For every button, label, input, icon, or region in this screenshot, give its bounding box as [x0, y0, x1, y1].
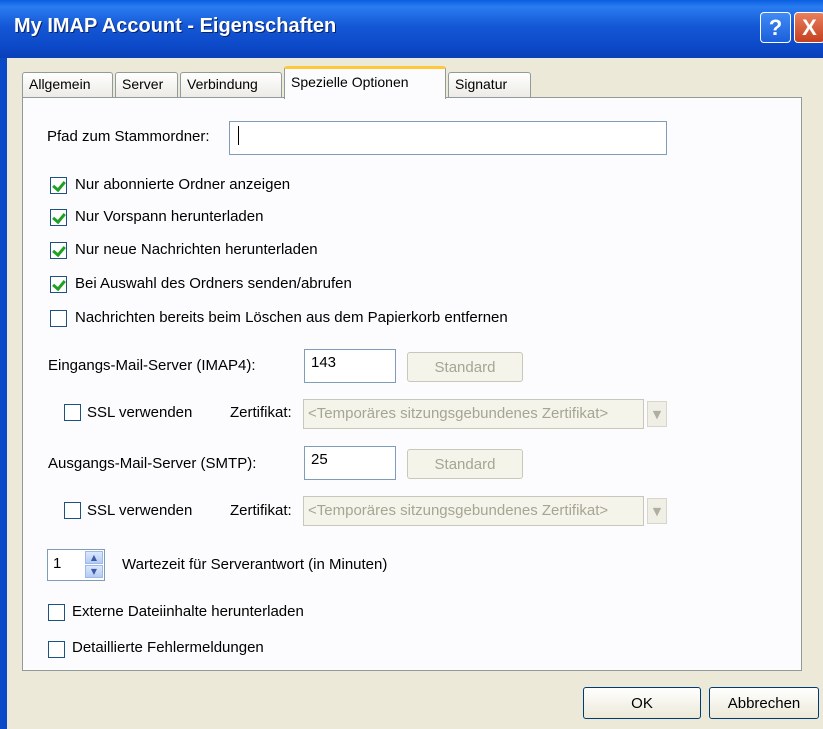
tab-panel: Pfad zum Stammordner: Nur abonnierte Ord… — [22, 97, 802, 671]
incoming-cert-label: Zertifikat: — [230, 404, 292, 421]
tab-allgemein[interactable]: Allgemein — [22, 72, 113, 97]
checkbox-headers-only[interactable] — [50, 209, 67, 226]
checkbox-subscribed-only-label[interactable]: Nur abonnierte Ordner anzeigen — [75, 176, 290, 193]
incoming-cert-select[interactable]: <Temporäres sitzungsgebundenes Zertifika… — [303, 399, 644, 429]
incoming-standard-button[interactable]: Standard — [407, 352, 523, 382]
timeout-spinner[interactable]: 1 ▲ ▼ — [47, 549, 105, 581]
checkbox-subscribed-only[interactable] — [50, 177, 67, 194]
checkbox-headers-only-label[interactable]: Nur Vorspann herunterladen — [75, 208, 263, 225]
spin-up-icon[interactable]: ▲ — [85, 551, 103, 564]
tab-server[interactable]: Server — [115, 72, 178, 97]
window-border — [0, 58, 7, 729]
outgoing-server-label: Ausgangs-Mail-Server (SMTP): — [48, 455, 257, 472]
checkbox-purge-on-delete-label[interactable]: Nachrichten bereits beim Löschen aus dem… — [75, 309, 508, 326]
incoming-server-label: Eingangs-Mail-Server (IMAP4): — [48, 357, 256, 374]
tab-signatur[interactable]: Signatur — [448, 72, 531, 97]
text-caret — [238, 126, 239, 145]
checkbox-external-content[interactable] — [48, 604, 65, 621]
ok-button[interactable]: OK — [583, 687, 701, 719]
close-button[interactable]: X — [794, 12, 823, 43]
checkbox-purge-on-delete[interactable] — [50, 310, 67, 327]
checkbox-sync-on-select-label[interactable]: Bei Auswahl des Ordners senden/abrufen — [75, 275, 352, 292]
root-folder-input[interactable] — [229, 121, 667, 155]
root-folder-label: Pfad zum Stammordner: — [47, 128, 210, 145]
checkbox-new-only[interactable] — [50, 242, 67, 259]
incoming-port-input[interactable]: 143 — [304, 349, 396, 383]
outgoing-ssl-checkbox[interactable] — [64, 502, 81, 519]
checkbox-new-only-label[interactable]: Nur neue Nachrichten herunterladen — [75, 241, 318, 258]
incoming-ssl-checkbox[interactable] — [64, 404, 81, 421]
properties-dialog: My IMAP Account - Eigenschaften ? X Allg… — [0, 0, 823, 729]
window-title: My IMAP Account - Eigenschaften — [14, 15, 337, 37]
tab-verbindung[interactable]: Verbindung — [180, 72, 282, 97]
checkbox-external-content-label[interactable]: Externe Dateiinhalte herunterladen — [72, 603, 304, 620]
chevron-down-icon[interactable]: ▼ — [647, 401, 667, 427]
checkbox-sync-on-select[interactable] — [50, 276, 67, 293]
help-button[interactable]: ? — [760, 12, 791, 43]
timeout-value: 1 — [53, 555, 62, 572]
outgoing-standard-button[interactable]: Standard — [407, 449, 523, 479]
cancel-button[interactable]: Abbrechen — [709, 687, 819, 719]
checkbox-detailed-errors-label[interactable]: Detaillierte Fehlermeldungen — [72, 639, 264, 656]
incoming-ssl-label[interactable]: SSL verwenden — [87, 404, 192, 421]
timeout-label: Wartezeit für Serverantwort (in Minuten) — [122, 556, 388, 573]
tab-spezielle-optionen[interactable]: Spezielle Optionen — [284, 66, 446, 99]
outgoing-port-input[interactable]: 25 — [304, 446, 396, 480]
chevron-down-icon[interactable]: ▼ — [647, 498, 667, 524]
spinner-buttons: ▲ ▼ — [85, 551, 103, 579]
title-bar[interactable]: My IMAP Account - Eigenschaften ? X — [0, 0, 823, 58]
checkbox-detailed-errors[interactable] — [48, 641, 65, 658]
outgoing-cert-label: Zertifikat: — [230, 502, 292, 519]
outgoing-cert-select[interactable]: <Temporäres sitzungsgebundenes Zertifika… — [303, 496, 644, 526]
outgoing-ssl-label[interactable]: SSL verwenden — [87, 502, 192, 519]
spin-down-icon[interactable]: ▼ — [85, 565, 103, 578]
